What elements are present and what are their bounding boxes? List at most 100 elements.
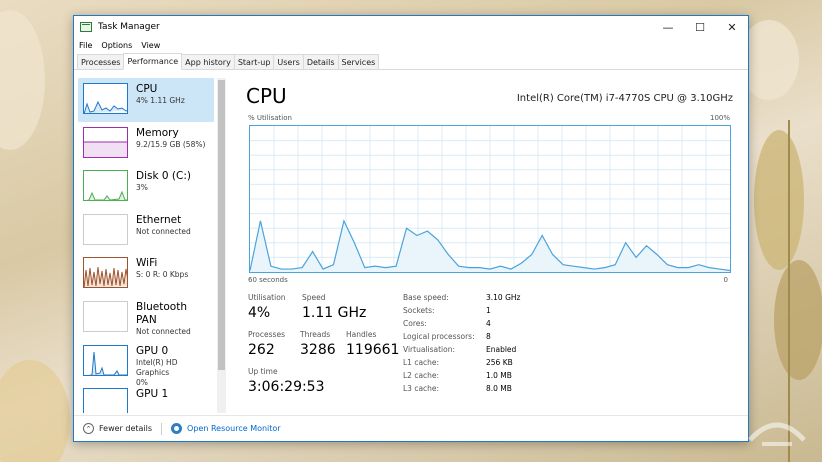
sidebar-gpu0-sub2: 0%	[136, 377, 148, 387]
resource-sidebar: CPU 4% 1.11 GHz Memory 9.2/15.9 GB (58%)…	[78, 78, 214, 413]
sidebar-wifi-name: WiFi	[136, 257, 158, 270]
open-resource-monitor-link[interactable]: Open Resource Monitor	[187, 424, 281, 433]
wifi-thumbnail-graph	[83, 257, 128, 289]
title-bar: Task Manager — ☐ ✕	[74, 16, 748, 38]
sidebar-item-cpu[interactable]: CPU 4% 1.11 GHz	[78, 78, 214, 122]
task-manager-window: Task Manager — ☐ ✕ File Options View Pro…	[73, 15, 749, 442]
sidebar-gpu1-name: GPU 1	[136, 388, 169, 401]
footer-bar: ⌃ Fewer details Open Resource Monitor	[74, 415, 748, 441]
watermark-logo	[748, 422, 806, 446]
uptime-value: 3:06:29:53	[248, 379, 325, 395]
sidebar-bluetooth-sub: Not connected	[136, 326, 191, 336]
sidebar-gpu0-sub: Intel(R) HD Graphics	[136, 357, 178, 377]
background-wheat-left	[0, 10, 70, 462]
menu-bar: File Options View	[74, 38, 748, 52]
memory-thumbnail-graph	[83, 126, 128, 158]
cpu-utilisation-graph	[249, 125, 731, 273]
cpu-graph-svg	[249, 126, 731, 272]
graph-y-label: % Utilisation	[248, 114, 292, 122]
graph-y-max: 100%	[709, 114, 730, 122]
sidebar-bluetooth-name: Bluetooth PAN	[136, 300, 187, 326]
tab-users[interactable]: Users	[273, 54, 304, 69]
sidebar-disk-sub: 3%	[136, 183, 148, 193]
window-controls: — ☐ ✕	[652, 16, 748, 38]
chevron-up-icon[interactable]: ⌃	[83, 423, 94, 434]
processes-value: 262	[248, 342, 275, 358]
sidebar-cpu-name: CPU	[136, 83, 158, 95]
sidebar-ethernet-sub: Not connected	[136, 226, 191, 236]
virtualisation-label: Virtualisation:	[403, 345, 455, 354]
fewer-details-link[interactable]: Fewer details	[99, 424, 152, 433]
tab-start-up[interactable]: Start-up	[233, 54, 275, 69]
gpu1-thumbnail-graph	[83, 388, 128, 413]
ethernet-thumbnail-graph	[83, 213, 128, 245]
l2-cache-value: 1.0 MB	[486, 371, 512, 380]
cpu-detail-panel: CPU Intel(R) Core(TM) i7-4770S CPU @ 3.1…	[246, 82, 736, 422]
cores-label: Cores:	[403, 319, 427, 328]
threads-label: Threads	[300, 330, 331, 339]
utilisation-value: 4%	[248, 305, 271, 321]
threads-value: 3286	[300, 342, 336, 358]
processes-label: Processes	[248, 330, 285, 339]
sidebar-scroll-thumb[interactable]	[218, 80, 225, 370]
bluetooth-thumbnail-graph	[83, 300, 128, 332]
cpu-model: Intel(R) Core(TM) i7-4770S CPU @ 3.10GHz	[516, 93, 733, 104]
sidebar-memory-name: Memory	[136, 126, 179, 139]
base-speed-value: 3.10 GHz	[486, 293, 521, 302]
menu-view[interactable]: View	[141, 41, 160, 50]
speed-label: Speed	[302, 293, 326, 302]
logical-processors-value: 8	[486, 332, 491, 341]
l1-cache-label: L1 cache:	[403, 358, 440, 367]
tab-processes[interactable]: Processes	[77, 54, 125, 69]
sidebar-item-bluetooth-pan[interactable]: Bluetooth PAN Not connected	[78, 296, 214, 340]
logical-processors-label: Logical processors:	[403, 332, 475, 341]
footer-divider	[161, 422, 163, 435]
l3-cache-value: 8.0 MB	[486, 384, 512, 393]
tab-performance[interactable]: Performance	[123, 53, 183, 70]
l3-cache-label: L3 cache:	[403, 384, 440, 393]
tab-app-history[interactable]: App history	[181, 54, 235, 69]
handles-label: Handles	[346, 330, 377, 339]
sockets-value: 1	[486, 306, 491, 315]
window-title: Task Manager	[98, 22, 160, 32]
sidebar-item-disk[interactable]: Disk 0 (C:) 3%	[78, 165, 214, 209]
background-wheat-right	[749, 20, 822, 462]
disk-thumbnail-graph	[83, 170, 128, 202]
speed-value: 1.11 GHz	[302, 305, 367, 321]
sidebar-item-wifi[interactable]: WiFi S: 0 R: 0 Kbps	[78, 252, 214, 296]
sidebar-ethernet-name: Ethernet	[136, 213, 182, 226]
sidebar-wifi-sub: S: 0 R: 0 Kbps	[136, 270, 189, 280]
tab-bar: Processes Performance App history Start-…	[74, 52, 748, 70]
virtualisation-value: Enabled	[486, 345, 517, 354]
sidebar-item-gpu1[interactable]: GPU 1	[78, 383, 214, 413]
page-title: CPU	[246, 84, 287, 108]
sidebar-cpu-sub: 4% 1.11 GHz	[136, 96, 185, 105]
cores-value: 4	[486, 319, 491, 328]
l1-cache-value: 256 KB	[486, 358, 513, 367]
minimize-button[interactable]: —	[652, 16, 684, 38]
resource-monitor-icon[interactable]	[171, 423, 183, 434]
cpu-thumbnail-graph	[83, 83, 128, 114]
menu-file[interactable]: File	[79, 41, 92, 50]
utilisation-label: Utilisation	[248, 293, 286, 302]
sidebar-gpu0-name: GPU 0	[136, 344, 169, 357]
task-manager-icon	[80, 22, 92, 32]
graph-x-left: 60 seconds	[248, 276, 288, 284]
uptime-label: Up time	[248, 367, 278, 376]
base-speed-label: Base speed:	[403, 293, 449, 302]
sidebar-memory-sub: 9.2/15.9 GB (58%)	[136, 139, 206, 149]
handles-value: 119661	[346, 342, 400, 358]
close-button[interactable]: ✕	[716, 16, 748, 38]
menu-options[interactable]: Options	[101, 41, 132, 50]
sidebar-item-memory[interactable]: Memory 9.2/15.9 GB (58%)	[78, 122, 214, 166]
tab-services[interactable]: Services	[337, 54, 380, 69]
sockets-label: Sockets:	[403, 306, 435, 315]
maximize-button[interactable]: ☐	[684, 16, 716, 38]
sidebar-item-gpu0[interactable]: GPU 0 Intel(R) HD Graphics 0%	[78, 340, 214, 387]
gpu0-thumbnail-graph	[83, 344, 128, 376]
sidebar-item-ethernet[interactable]: Ethernet Not connected	[78, 209, 214, 253]
tab-details[interactable]: Details	[302, 54, 339, 69]
sidebar-disk-name: Disk 0 (C:)	[136, 170, 191, 183]
sidebar-scrollbar[interactable]	[217, 78, 226, 413]
graph-x-right: 0	[723, 276, 728, 284]
